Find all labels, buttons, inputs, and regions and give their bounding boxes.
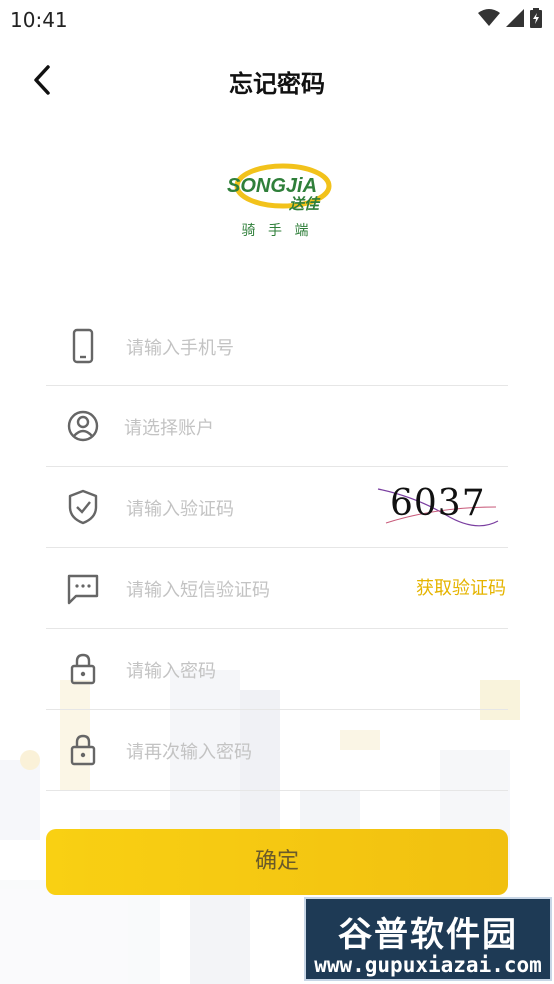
svg-text:SONGJiA: SONGJiA [227,175,317,197]
page-title: 忘记密码 [229,70,325,98]
account-row[interactable] [46,386,508,467]
header: 忘记密码 [0,50,554,112]
phone-row [46,306,508,386]
songjia-logo: SONGJiA 送佳 [227,163,332,213]
shield-check-icon [68,489,98,525]
svg-text:送佳: 送佳 [288,195,321,213]
sms-row: 获取验证码 [46,548,508,629]
phone-input[interactable] [124,330,388,366]
battery-icon [530,8,542,28]
status-time: 10:41 [10,8,68,32]
forgot-password-form: 6037 获取验证码 [46,306,508,791]
watermark: 谷普软件园 www.gupuxiazai.com [304,897,552,981]
wifi-icon [478,9,500,26]
captcha-image[interactable]: 6037 [376,477,500,537]
password-confirm-row [46,710,508,791]
sms-code-input[interactable] [124,572,368,608]
lock-icon [70,653,96,685]
password-input[interactable] [124,653,388,689]
password-row [46,629,508,710]
watermark-url: www.gupuxiazai.com [314,953,542,977]
phone-icon [72,328,94,364]
captcha-row: 6037 [46,467,508,548]
captcha-text: 6037 [390,483,486,524]
confirm-button[interactable]: 确定 [46,829,508,895]
status-bar: 10:41 [0,0,554,38]
watermark-title: 谷普软件园 [338,915,518,955]
account-select[interactable] [122,410,386,446]
signal-icon [506,9,524,27]
get-sms-code-button[interactable]: 获取验证码 [416,574,506,600]
password-confirm-input[interactable] [124,734,388,770]
status-icons [478,8,542,28]
message-icon [67,574,99,605]
lock-icon [70,734,96,766]
captcha-input[interactable] [124,491,348,527]
user-circle-icon [67,410,99,442]
